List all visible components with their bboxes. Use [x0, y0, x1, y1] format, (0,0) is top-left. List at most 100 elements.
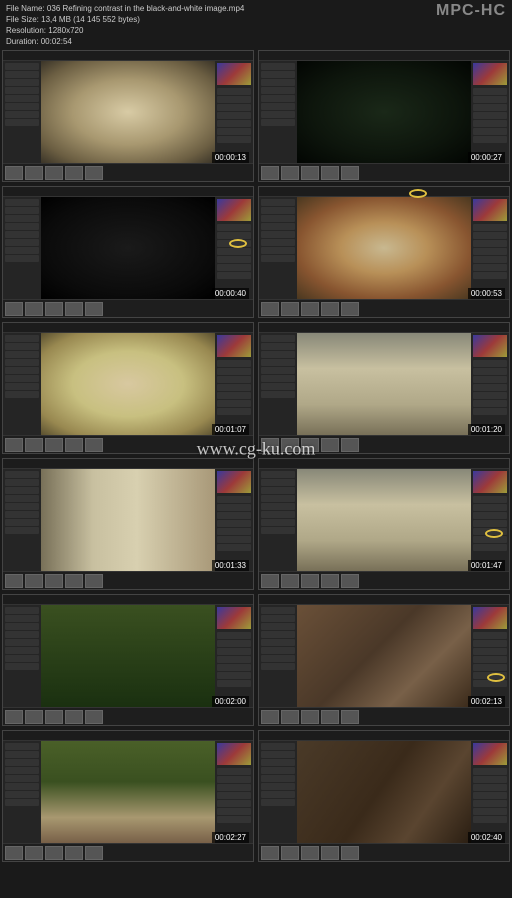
- filmstrip-item: [281, 302, 299, 316]
- filmstrip-item: [25, 846, 43, 860]
- filmstrip-item: [85, 438, 103, 452]
- panel-row: [217, 232, 251, 239]
- panel-row: [473, 96, 507, 103]
- panel-row: [5, 775, 39, 782]
- thumbnail[interactable]: 00:01:20: [258, 322, 510, 454]
- panel-row: [217, 504, 251, 511]
- thumbnail[interactable]: 00:00:53: [258, 186, 510, 318]
- lightroom-right-panel: [471, 469, 509, 571]
- timecode: 00:00:40: [212, 288, 249, 299]
- photo-preview: [297, 741, 471, 843]
- file-name-label: File Name:: [6, 4, 45, 13]
- panel-row: [261, 799, 295, 806]
- panel-row: [5, 767, 39, 774]
- lightroom-right-panel: [215, 741, 253, 843]
- photo-preview: [297, 333, 471, 435]
- panel-row: [261, 79, 295, 86]
- panel-row: [473, 360, 507, 367]
- filmstrip-item: [301, 438, 319, 452]
- panel-row: [217, 224, 251, 231]
- lightroom-right-panel: [215, 605, 253, 707]
- filmstrip-item: [65, 710, 83, 724]
- timecode: 00:00:53: [468, 288, 505, 299]
- filmstrip-item: [261, 166, 279, 180]
- panel-row: [5, 743, 39, 750]
- thumbnail[interactable]: 00:02:00: [2, 594, 254, 726]
- lightroom-left-panel: [259, 741, 297, 843]
- info-header: File Name: 036 Refining contrast in the …: [0, 0, 512, 48]
- thumbnail[interactable]: 00:02:13: [258, 594, 510, 726]
- preview-image: [41, 333, 215, 435]
- thumbnail[interactable]: 00:00:40: [2, 186, 254, 318]
- panel-row: [261, 87, 295, 94]
- panel-row: [473, 504, 507, 511]
- filmstrip: [259, 163, 509, 181]
- panel-row: [261, 495, 295, 502]
- lightroom-left-panel: [259, 61, 297, 163]
- panel-row: [217, 792, 251, 799]
- panel-row: [261, 255, 295, 262]
- thumb-menubar: [259, 51, 509, 61]
- panel-row: [5, 791, 39, 798]
- preview-image: [297, 741, 471, 843]
- panel-row: [473, 408, 507, 415]
- preview-image: [297, 333, 471, 435]
- panel-row: [261, 199, 295, 206]
- panel-row: [5, 367, 39, 374]
- panel-row: [261, 343, 295, 350]
- thumbnail[interactable]: 00:00:13: [2, 50, 254, 182]
- panel-row: [261, 607, 295, 614]
- timecode: 00:02:00: [212, 696, 249, 707]
- panel-row: [473, 224, 507, 231]
- filmstrip-item: [65, 846, 83, 860]
- histogram: [473, 63, 507, 85]
- filmstrip-item: [261, 302, 279, 316]
- panel-row: [473, 264, 507, 271]
- panel-row: [5, 631, 39, 638]
- filmstrip-item: [281, 710, 299, 724]
- panel-row: [261, 375, 295, 382]
- thumbnail[interactable]: 00:01:47: [258, 458, 510, 590]
- thumb-menubar: [259, 459, 509, 469]
- filmstrip-item: [5, 574, 23, 588]
- thumb-menubar: [3, 459, 253, 469]
- panel-row: [473, 368, 507, 375]
- filmstrip-item: [85, 710, 103, 724]
- panel-row: [217, 632, 251, 639]
- preview-image: [297, 605, 471, 707]
- thumb-menubar: [259, 731, 509, 741]
- filmstrip-item: [341, 302, 359, 316]
- filmstrip-item: [25, 302, 43, 316]
- panel-row: [217, 136, 251, 143]
- panel-row: [261, 511, 295, 518]
- photo-preview: [41, 741, 215, 843]
- panel-row: [5, 383, 39, 390]
- panel-row: [261, 751, 295, 758]
- lightroom-right-panel: [471, 741, 509, 843]
- filmstrip-item: [5, 166, 23, 180]
- panel-row: [217, 128, 251, 135]
- filmstrip-item: [45, 846, 63, 860]
- histogram: [473, 335, 507, 357]
- histogram: [217, 607, 251, 629]
- thumbnail[interactable]: 00:02:27: [2, 730, 254, 862]
- filmstrip-item: [281, 166, 299, 180]
- filmstrip-item: [85, 166, 103, 180]
- filmstrip-item: [25, 710, 43, 724]
- panel-row: [261, 615, 295, 622]
- duration-value: 00:02:54: [41, 37, 72, 46]
- thumbnail[interactable]: 00:02:40: [258, 730, 510, 862]
- panel-row: [5, 247, 39, 254]
- thumbnail[interactable]: 00:01:07: [2, 322, 254, 454]
- thumbnail[interactable]: 00:01:33: [2, 458, 254, 590]
- panel-row: [261, 631, 295, 638]
- thumbnail[interactable]: 00:00:27: [258, 50, 510, 182]
- panel-row: [473, 272, 507, 279]
- panel-row: [217, 656, 251, 663]
- preview-image: [41, 605, 215, 707]
- panel-row: [473, 816, 507, 823]
- filmstrip-item: [321, 846, 339, 860]
- panel-row: [217, 496, 251, 503]
- timecode: 00:01:33: [212, 560, 249, 571]
- panel-row: [217, 776, 251, 783]
